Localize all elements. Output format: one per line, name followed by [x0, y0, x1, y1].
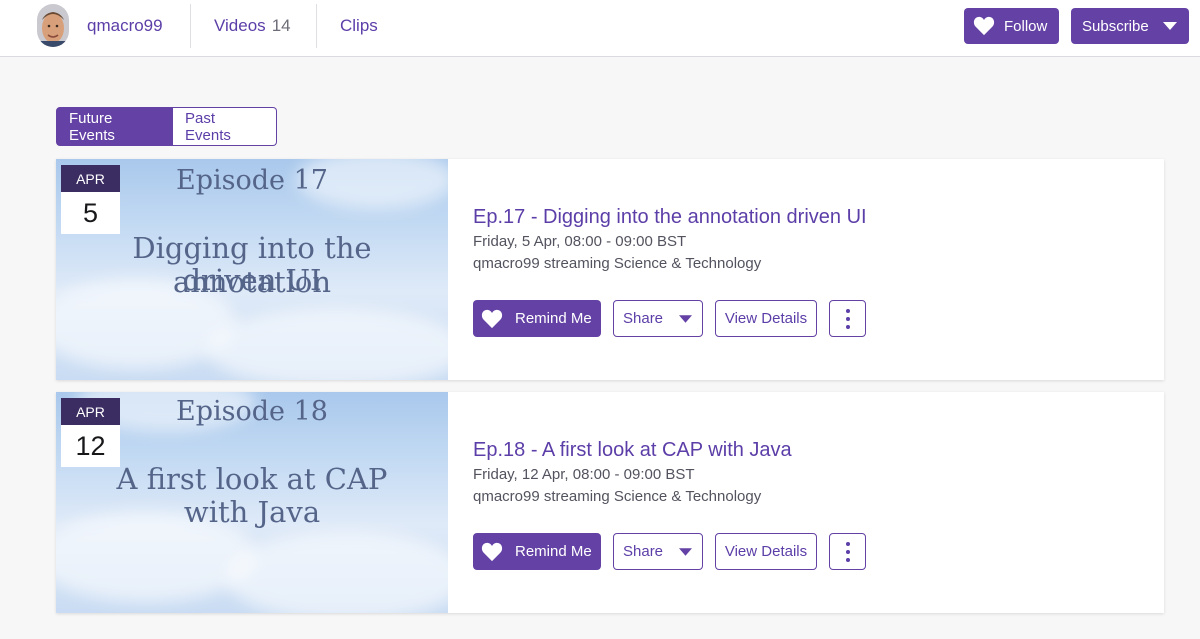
view-details-button[interactable]: View Details: [715, 300, 817, 337]
events-tabs: Future Events Past Events: [56, 107, 277, 146]
event-title-link[interactable]: Ep.18 - A first look at CAP with Java: [473, 437, 792, 463]
event-category: qmacro99 streaming Science & Technology: [473, 488, 762, 505]
date-badge: APR 12: [61, 398, 120, 467]
event-thumbnail[interactable]: Episode 18 A first look at CAP with Java…: [56, 392, 448, 613]
thumbnail-title-line: with Java: [183, 495, 321, 529]
event-thumbnail[interactable]: Episode 17 Digging into the annotation d…: [56, 159, 448, 380]
nav-videos-label: Videos: [214, 16, 266, 35]
channel-name-link[interactable]: qmacro99: [87, 15, 163, 37]
follow-label: Follow: [1004, 17, 1048, 35]
subscribe-label: Subscribe: [1082, 17, 1149, 35]
tab-future-events[interactable]: Future Events: [56, 107, 173, 146]
heart-icon: [973, 16, 995, 36]
videos-count: 14: [271, 16, 291, 35]
divider: [316, 4, 317, 48]
nav-clips-tab[interactable]: Clips: [340, 15, 378, 37]
divider: [190, 4, 191, 48]
date-month: APR: [61, 165, 120, 192]
date-day: 12: [61, 425, 120, 467]
event-category: qmacro99 streaming Science & Technology: [473, 255, 762, 272]
subscribe-button[interactable]: Subscribe: [1071, 8, 1189, 44]
channel-header: qmacro99 Videos 14 Clips Follow Subscribe: [0, 0, 1200, 57]
chevron-down-icon: [679, 315, 692, 323]
heart-icon: [481, 542, 503, 561]
heart-icon: [481, 309, 503, 328]
chevron-down-icon: [1163, 22, 1177, 30]
event-datetime: Friday, 5 Apr, 08:00 - 09:00 BST: [473, 233, 687, 250]
remind-me-button[interactable]: Remind Me: [473, 533, 601, 570]
share-button[interactable]: Share: [613, 300, 703, 337]
remind-me-label: Remind Me: [515, 543, 592, 560]
share-label: Share: [623, 310, 664, 327]
more-options-button[interactable]: [829, 533, 866, 570]
nav-videos-tab[interactable]: Videos 14: [214, 15, 291, 37]
more-vertical-icon: [845, 308, 850, 329]
event-title-link[interactable]: Ep.17 - Digging into the annotation driv…: [473, 204, 867, 230]
event-datetime: Friday, 12 Apr, 08:00 - 09:00 BST: [473, 466, 695, 483]
date-badge: APR 5: [61, 165, 120, 234]
more-vertical-icon: [845, 541, 850, 562]
avatar[interactable]: [37, 4, 69, 47]
share-label: Share: [623, 543, 664, 560]
remind-me-label: Remind Me: [515, 310, 592, 327]
follow-button[interactable]: Follow: [964, 8, 1059, 44]
view-details-button[interactable]: View Details: [715, 533, 817, 570]
share-button[interactable]: Share: [613, 533, 703, 570]
date-month: APR: [61, 398, 120, 425]
remind-me-button[interactable]: Remind Me: [473, 300, 601, 337]
thumbnail-title-line: driven UI: [182, 263, 322, 297]
event-card: Episode 17 Digging into the annotation d…: [56, 159, 1164, 380]
date-day: 5: [61, 192, 120, 234]
thumbnail-title-line: A first look at CAP: [116, 462, 388, 496]
event-card: Episode 18 A first look at CAP with Java…: [56, 392, 1164, 613]
chevron-down-icon: [679, 548, 692, 556]
more-options-button[interactable]: [829, 300, 866, 337]
tab-past-events[interactable]: Past Events: [173, 107, 277, 146]
